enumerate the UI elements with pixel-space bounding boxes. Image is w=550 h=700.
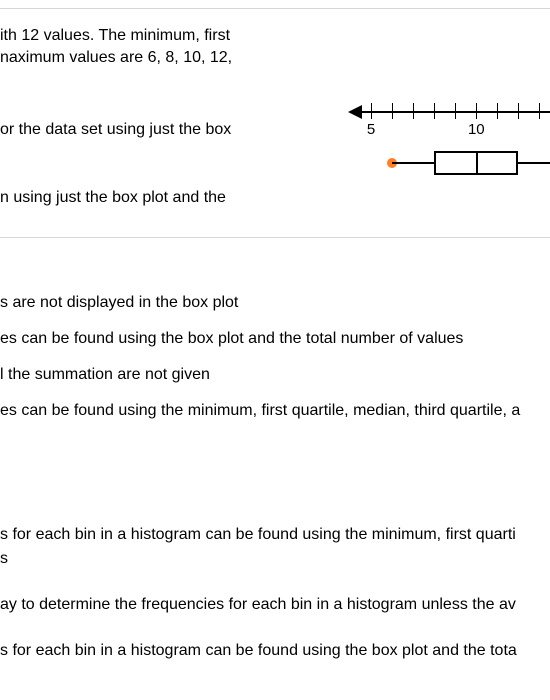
- answers-group-a: s are not displayed in the box plot es c…: [0, 238, 550, 476]
- box-plot-chart: 5 10: [350, 73, 550, 193]
- question-stem-3: n using just the box plot and the: [0, 187, 340, 209]
- page: ith 12 values. The minimum, first naximu…: [0, 8, 550, 700]
- b1-text: s for each bin in a histogram can be fou…: [0, 526, 516, 543]
- axis-tick: [476, 103, 477, 119]
- answer-a2[interactable]: es can be found using the box plot and t…: [0, 328, 550, 350]
- q-line3: or the data set using just the box: [0, 121, 231, 138]
- axis-tick-label: 5: [367, 121, 375, 138]
- axis-tick: [392, 103, 393, 119]
- q-line1: ith 12 values. The minimum, first: [0, 27, 230, 44]
- axis-tick: [539, 103, 540, 119]
- answers-group-b: s for each bin in a histogram can be fou…: [0, 476, 550, 662]
- question-stem-2: or the data set using just the box: [0, 119, 340, 141]
- axis-tick: [371, 103, 372, 119]
- axis-tick: [497, 103, 498, 119]
- q-line2: naximum values are 6, 8, 10, 12,: [0, 49, 232, 66]
- number-line-axis: [350, 111, 550, 113]
- question-area: ith 12 values. The minimum, first naximu…: [0, 9, 550, 237]
- question-stem-1: ith 12 values. The minimum, first naximu…: [0, 25, 340, 69]
- axis-tick-label: 10: [468, 121, 485, 138]
- axis-tick: [434, 103, 435, 119]
- answer-b3[interactable]: s for each bin in a histogram can be fou…: [0, 640, 550, 662]
- boxplot-whisker-right: [518, 162, 550, 164]
- answer-b1-cont: s: [0, 548, 550, 570]
- boxplot-whisker-left: [392, 162, 434, 164]
- answer-a3[interactable]: l the summation are not given: [0, 364, 550, 386]
- q-line4: n using just the box plot and the: [0, 189, 226, 206]
- answer-b1[interactable]: s for each bin in a histogram can be fou…: [0, 524, 550, 546]
- answer-a1[interactable]: s are not displayed in the box plot: [0, 292, 550, 314]
- boxplot-median: [476, 151, 478, 175]
- axis-tick: [413, 103, 414, 119]
- axis-tick: [518, 103, 519, 119]
- axis-tick: [455, 103, 456, 119]
- answer-b2[interactable]: ay to determine the frequencies for each…: [0, 594, 550, 616]
- answer-a4[interactable]: es can be found using the minimum, first…: [0, 400, 550, 422]
